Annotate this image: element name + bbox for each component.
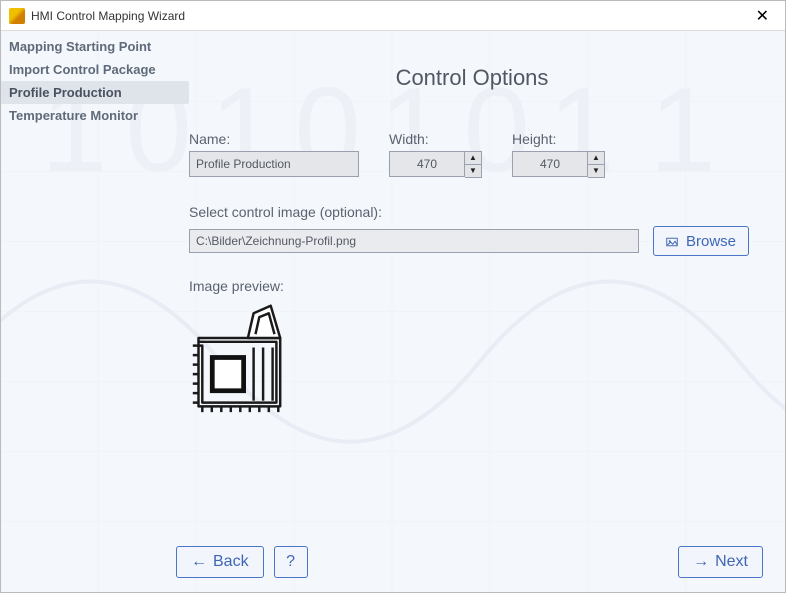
help-button[interactable]: ?	[274, 546, 308, 578]
app-window: HMI Control Mapping Wizard ✕ 1010101 1 M…	[0, 0, 786, 593]
width-field: Width: ▲ ▼	[389, 131, 482, 178]
sidebar-item-mapping-starting-point[interactable]: Mapping Starting Point	[1, 35, 189, 58]
width-stepper: ▲ ▼	[389, 151, 482, 178]
browse-button[interactable]: Browse	[653, 226, 749, 256]
name-label: Name:	[189, 131, 359, 147]
preview-label: Image preview:	[189, 278, 755, 294]
back-button[interactable]: ← Back	[176, 546, 264, 578]
arrow-left-icon: ←	[191, 554, 207, 570]
image-preview	[189, 300, 303, 414]
width-input[interactable]	[389, 151, 465, 177]
main-panel: Control Options Name: Width: ▲ ▼	[189, 31, 785, 592]
sidebar-item-temperature-monitor[interactable]: Temperature Monitor	[1, 104, 189, 127]
height-stepper-buttons: ▲ ▼	[588, 151, 605, 178]
close-icon[interactable]: ✕	[748, 2, 777, 30]
next-button[interactable]: → Next	[678, 546, 763, 578]
width-label: Width:	[389, 131, 482, 147]
sidebar-item-profile-production[interactable]: Profile Production	[1, 81, 189, 104]
height-step-up[interactable]: ▲	[588, 152, 604, 165]
sidebar-item-import-control-package[interactable]: Import Control Package	[1, 58, 189, 81]
height-step-down[interactable]: ▼	[588, 165, 604, 178]
browse-button-label: Browse	[686, 233, 736, 250]
height-stepper: ▲ ▼	[512, 151, 605, 178]
arrow-right-icon: →	[693, 554, 709, 570]
name-input[interactable]	[189, 151, 359, 177]
back-button-label: Back	[213, 553, 249, 571]
width-step-down[interactable]: ▼	[465, 165, 481, 178]
page-title: Control Options	[189, 65, 755, 91]
browse-icon	[666, 235, 678, 247]
height-label: Height:	[512, 131, 605, 147]
dimensions-row: Name: Width: ▲ ▼ Height:	[189, 131, 755, 178]
height-field: Height: ▲ ▼	[512, 131, 605, 178]
sidebar: Mapping Starting Point Import Control Pa…	[1, 31, 189, 592]
app-icon	[9, 8, 25, 24]
width-stepper-buttons: ▲ ▼	[465, 151, 482, 178]
body: 1010101 1 Mapping Starting Point Import …	[1, 31, 785, 592]
next-button-label: Next	[715, 553, 748, 571]
name-field: Name:	[189, 131, 359, 178]
image-path-row: Browse	[189, 226, 755, 256]
titlebar: HMI Control Mapping Wizard ✕	[1, 1, 785, 31]
height-input[interactable]	[512, 151, 588, 177]
image-path-input[interactable]	[189, 229, 639, 253]
footer: ← Back ? → Next	[176, 546, 763, 578]
window-title: HMI Control Mapping Wizard	[31, 9, 748, 23]
help-button-label: ?	[286, 553, 295, 571]
select-image-label: Select control image (optional):	[189, 204, 755, 220]
width-step-up[interactable]: ▲	[465, 152, 481, 165]
